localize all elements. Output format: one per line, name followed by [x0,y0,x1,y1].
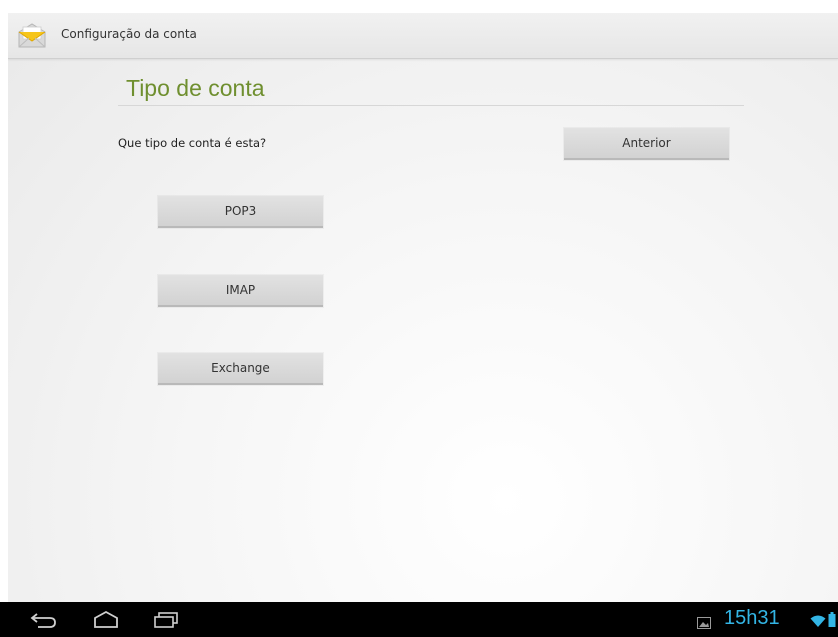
account-type-question: Que tipo de conta é esta? [118,136,267,150]
app-title: Configuração da conta [61,27,197,41]
wifi-icon [810,613,826,627]
email-envelope-icon[interactable] [17,23,47,49]
home-icon[interactable] [90,610,122,630]
previous-button[interactable]: Anterior [564,128,729,160]
pop3-button[interactable]: POP3 [158,196,323,228]
imap-button[interactable]: IMAP [158,275,323,307]
title-divider [118,105,744,106]
system-navigation-bar: 15h31 [0,602,838,637]
recent-apps-icon[interactable] [150,610,182,630]
page-title: Tipo de conta [126,75,265,101]
action-bar: Configuração da conta [8,13,838,59]
back-icon[interactable] [28,610,60,630]
status-clock[interactable]: 15h31 [724,607,780,630]
battery-icon [828,612,836,627]
account-setup-screen: Configuração da conta Tipo de conta Que … [8,13,838,637]
image-notification-icon[interactable] [697,614,711,629]
exchange-button[interactable]: Exchange [158,353,323,385]
